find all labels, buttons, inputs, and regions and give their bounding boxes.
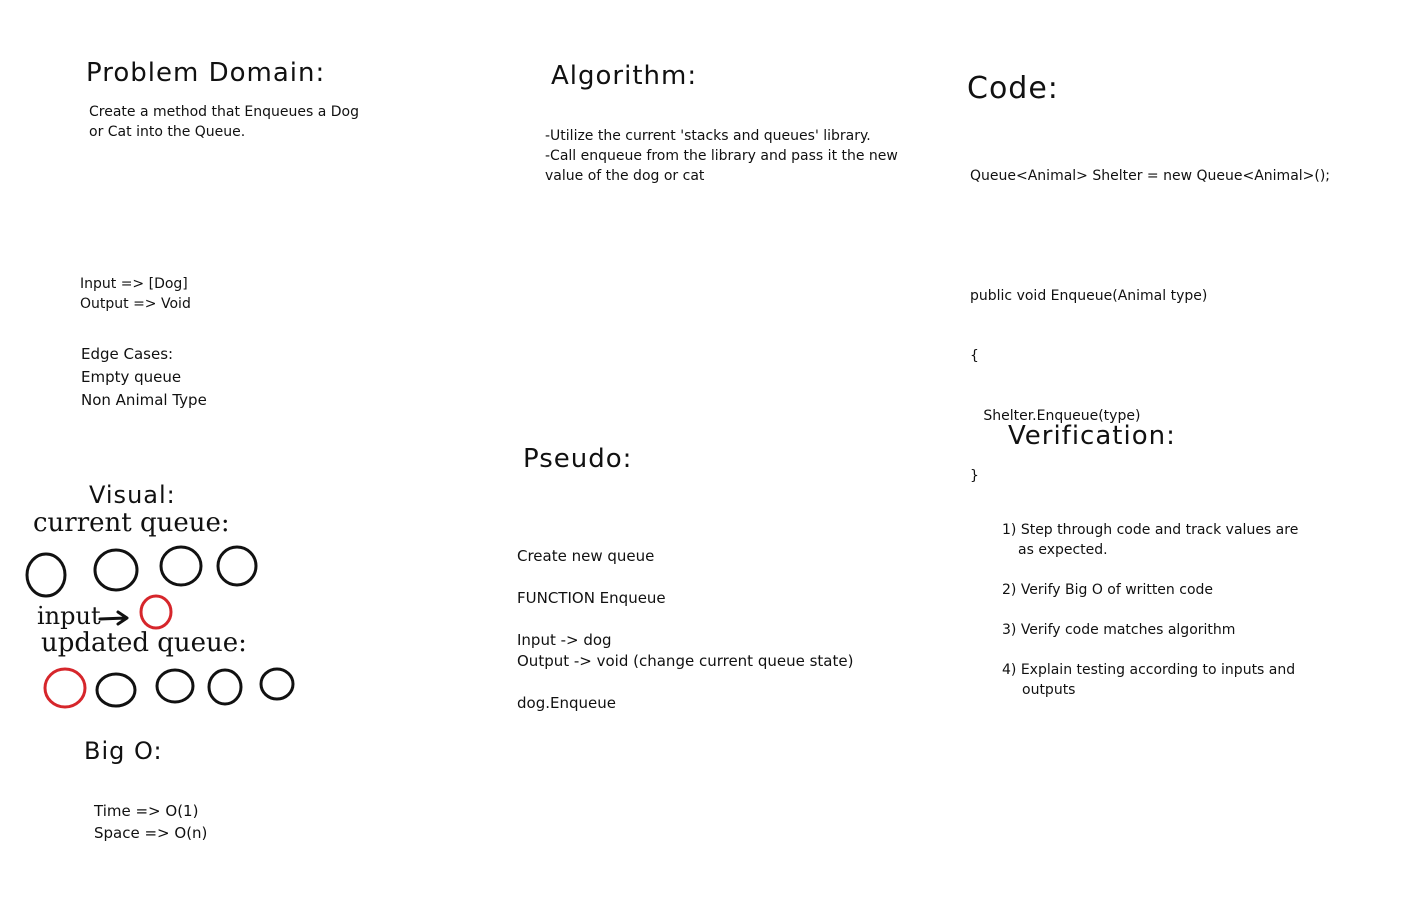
pseudo-line: Create new queue: [517, 547, 655, 565]
verification-item: 3) Verify code matches algorithm: [1002, 620, 1298, 660]
code-line: }: [970, 468, 979, 484]
algorithm-step: value of the dog or cat: [545, 168, 705, 184]
pseudo-line: [517, 567, 853, 588]
pseudo-line: FUNCTION Enqueue: [517, 589, 666, 607]
verification-item: 2) Verify Big O of written code: [1002, 580, 1298, 620]
edge-case-item: Non Animal Type: [81, 391, 207, 409]
pseudo-line: Input -> dog: [517, 631, 612, 649]
pseudo-code: Create new queue FUNCTION Enqueue Input …: [517, 546, 853, 714]
code-title: Code:: [967, 71, 1059, 106]
algorithm-title: Algorithm:: [551, 61, 698, 91]
pseudo-line: [517, 672, 853, 693]
space-complexity: Space => O(n): [94, 824, 208, 842]
edge-cases-title: Edge Cases:: [81, 345, 174, 363]
code-line: Queue<Animal> Shelter = new Queue<Animal…: [970, 168, 1331, 184]
queue-node: [43, 667, 87, 709]
updated-queue-nodes: [43, 667, 295, 709]
verification-item-text: 2) Verify Big O of written code: [1002, 582, 1214, 598]
code-line: public void Enqueue(Animal type): [970, 288, 1208, 304]
pseudo-line: Output -> void (change current queue sta…: [517, 652, 854, 670]
input-dog-node: [139, 594, 173, 630]
current-queue-label: current queue:: [33, 508, 230, 538]
pseudo-title: Pseudo:: [523, 444, 633, 474]
queue-node: [93, 548, 139, 592]
algorithm-step: -Call enqueue from the library and pass …: [545, 148, 898, 164]
queue-node: [259, 667, 295, 701]
current-queue-nodes: [25, 545, 258, 598]
verification-list: 1) Step through code and track values ar…: [1002, 520, 1298, 700]
problem-domain-title: Problem Domain:: [86, 58, 326, 88]
algorithm-steps: -Utilize the current 'stacks and queues'…: [545, 126, 898, 186]
problem-domain-description: Create a method that Enqueues a Dog or C…: [89, 102, 359, 142]
verification-item: 1) Step through code and track values ar…: [1002, 520, 1298, 580]
time-complexity: Time => O(1): [94, 802, 199, 820]
verification-title: Verification:: [1008, 421, 1176, 451]
verification-item: 4) Explain testing according to inputs a…: [1002, 660, 1298, 700]
verification-item-text: 1) Step through code and track values ar…: [1002, 522, 1299, 538]
verification-item-continuation: outputs: [1022, 682, 1076, 698]
input-line: Input => [Dog]: [80, 276, 188, 292]
code-line: {: [970, 348, 979, 364]
queue-node: [25, 552, 67, 598]
input-output-notes: Input => [Dog] Output => Void: [80, 274, 191, 314]
verification-item-text: 4) Explain testing according to inputs a…: [1002, 662, 1296, 678]
queue-node: [155, 668, 195, 704]
big-o-values: Time => O(1) Space => O(n): [94, 800, 207, 844]
input-arrow-icon: [98, 610, 129, 626]
edge-cases: Edge Cases: Empty queue Non Animal Type: [81, 343, 207, 412]
problem-domain-description-line: Create a method that Enqueues a Dog: [89, 104, 359, 120]
queue-node: [95, 672, 137, 708]
big-o-title: Big O:: [84, 737, 163, 765]
queue-node: [159, 545, 203, 587]
queue-node: [216, 545, 258, 587]
visual-title: Visual:: [89, 481, 176, 509]
queue-node: [207, 668, 243, 706]
input-label: input: [37, 602, 101, 630]
pseudo-line: dog.Enqueue: [517, 694, 616, 712]
verification-item-text: 3) Verify code matches algorithm: [1002, 622, 1236, 638]
updated-queue-label: updated queue:: [41, 628, 247, 658]
verification-item-continuation: as expected.: [1018, 542, 1108, 558]
output-line: Output => Void: [80, 296, 191, 312]
algorithm-step: -Utilize the current 'stacks and queues'…: [545, 128, 871, 144]
edge-case-item: Empty queue: [81, 368, 182, 386]
pseudo-line: [517, 609, 853, 630]
problem-domain-description-line: or Cat into the Queue.: [89, 124, 246, 140]
